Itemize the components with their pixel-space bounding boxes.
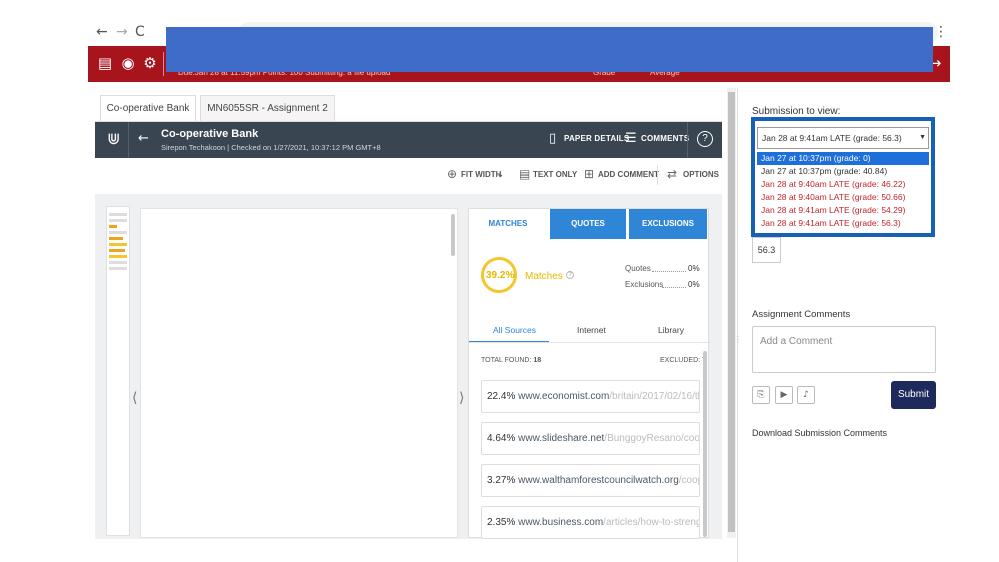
- submission-label: Submission to view:: [752, 106, 841, 117]
- excluded-label: EXCLUDED: 7: [660, 357, 706, 364]
- thumb-line: [109, 237, 123, 240]
- thumb-line: [109, 249, 125, 252]
- divider: [163, 52, 164, 76]
- submission-option[interactable]: Jan 28 at 9:41am LATE (grade: 56.3): [757, 217, 929, 230]
- turnitin-logo-icon: ⋓: [107, 129, 121, 148]
- eye-icon[interactable]: ◉: [119, 54, 137, 72]
- submission-option[interactable]: Jan 28 at 9:40am LATE (grade: 50.66): [757, 191, 929, 204]
- tab-exclusions[interactable]: EXCLUSIONS: [629, 209, 707, 239]
- add-comment-icon[interactable]: ⊞: [584, 167, 594, 181]
- quotes-label: Quotes: [625, 264, 651, 273]
- divider: [657, 165, 658, 185]
- thumb-line: [109, 213, 127, 216]
- document-title: Co-operative Bank: [161, 128, 259, 140]
- source-card[interactable]: 3.27% www.walthamforestcouncilwatch.org/…: [481, 464, 700, 497]
- help-button[interactable]: ?: [697, 131, 713, 147]
- matches-panel: MATCHES QUOTES EXCLUSIONS 39.2% Matches …: [468, 208, 710, 539]
- document-subtitle: Sirepon Techakoon | Checked on 1/27/2021…: [161, 143, 381, 152]
- source-card[interactable]: 4.64% www.slideshare.net/BunggoyResano/c…: [481, 422, 700, 455]
- comment-input[interactable]: Add a Comment: [752, 326, 936, 373]
- thumb-line: [109, 243, 127, 246]
- options-icon[interactable]: ⇄: [667, 167, 677, 181]
- submit-button[interactable]: Submit: [891, 381, 936, 409]
- sources-scrollbar[interactable]: [703, 351, 707, 537]
- document-icon[interactable]: ▤: [96, 54, 114, 72]
- divider: [687, 122, 688, 158]
- exclusions-value: 0%: [688, 280, 700, 289]
- media-icon[interactable]: ▶: [775, 386, 793, 404]
- quotes-value: 0%: [688, 264, 700, 273]
- page-scrollbar[interactable]: [451, 214, 455, 256]
- back-arrow-icon[interactable]: ←: [138, 131, 149, 146]
- add-comment-button[interactable]: ADD COMMENT: [598, 170, 659, 179]
- gear-icon[interactable]: ⚙: [141, 54, 159, 72]
- submission-dropdown-highlight: Jan 28 at 9:41am LATE (grade: 56.3) ▼ Jan…: [751, 117, 935, 237]
- thumb-line: [109, 255, 127, 258]
- paper-details-button[interactable]: PAPER DETAILS: [564, 134, 629, 143]
- divider: [737, 88, 738, 562]
- source-card[interactable]: 2.35% www.business.com/articles/how-to-s…: [481, 506, 700, 539]
- text-only-icon[interactable]: ▤: [519, 167, 530, 181]
- document-page: [140, 208, 458, 538]
- fit-width-button[interactable]: FIT WIDTH: [461, 170, 501, 179]
- redaction-block: [166, 27, 933, 72]
- attach-icon[interactable]: ⎘: [752, 386, 770, 404]
- tab-library[interactable]: Library: [658, 325, 684, 335]
- exclusions-label: Exclusions: [625, 280, 664, 289]
- grade-value: 56.3: [752, 237, 781, 263]
- download-comments-link[interactable]: Download Submission Comments: [752, 428, 887, 438]
- submission-select[interactable]: Jan 28 at 9:41am LATE (grade: 56.3) ▼: [757, 127, 929, 149]
- next-page-icon[interactable]: ⟩: [459, 390, 464, 406]
- submission-option[interactable]: Jan 28 at 9:41am LATE (grade: 54.29): [757, 204, 929, 217]
- text-only-button[interactable]: TEXT ONLY: [533, 170, 577, 179]
- page-thumbnails[interactable]: [106, 206, 130, 536]
- tab-matches[interactable]: MATCHES: [469, 209, 547, 239]
- similarity-score: 39.2%: [486, 270, 515, 281]
- thumb-line: [109, 267, 127, 270]
- tab-all-sources[interactable]: All Sources: [493, 325, 536, 335]
- submission-option[interactable]: Jan 27 at 10:37pm (grade: 0): [757, 152, 929, 165]
- forward-arrow-icon[interactable]: →: [116, 24, 128, 40]
- thumb-line: [109, 219, 127, 222]
- divider: [128, 122, 129, 158]
- paper-details-icon[interactable]: ▯: [549, 131, 556, 146]
- matches-label: Matches: [525, 271, 563, 282]
- fit-width-icon[interactable]: ⊕: [447, 167, 457, 181]
- tab-assignment-2[interactable]: MN6055SR - Assignment 2 (1): [200, 95, 335, 140]
- audio-icon[interactable]: ♪: [797, 386, 815, 404]
- divider: [652, 271, 686, 272]
- total-found-label: TOTAL FOUND: 18: [481, 357, 542, 364]
- main-scrollbar[interactable]: [727, 88, 736, 538]
- dropdown-arrow-icon: ▼: [919, 134, 926, 141]
- submission-option[interactable]: Jan 27 at 10:37pm (grade: 40.84): [757, 165, 929, 178]
- thumb-line: [109, 225, 117, 228]
- assignment-comments-label: Assignment Comments: [752, 309, 851, 320]
- submission-options: Jan 27 at 10:37pm (grade: 0) Jan 27 at 1…: [757, 152, 929, 230]
- document-header: ⋓ ← Co-operative Bank Sirepon Techakoon …: [95, 122, 722, 158]
- source-card[interactable]: 22.4% www.economist.com/britain/2017/02/…: [481, 380, 700, 413]
- comments-icon[interactable]: ☰: [625, 131, 637, 146]
- tab-internet[interactable]: Internet: [577, 325, 606, 335]
- back-arrow-icon[interactable]: ←: [96, 24, 108, 40]
- reload-icon[interactable]: C: [135, 24, 145, 40]
- browser-menu-icon[interactable]: ⋮: [934, 24, 948, 40]
- previous-page-icon[interactable]: ⟨: [132, 390, 137, 406]
- scrollbar-thumb[interactable]: [728, 92, 735, 532]
- options-button[interactable]: OPTIONS: [683, 170, 719, 179]
- chevron-down-icon[interactable]: ⌄: [497, 170, 504, 179]
- tab-co-operative-bank[interactable]: Co-operative Bank: [100, 95, 196, 122]
- info-icon[interactable]: ?: [566, 271, 574, 279]
- comments-button[interactable]: COMMENTS: [641, 134, 689, 143]
- tab-quotes[interactable]: QUOTES: [550, 209, 626, 239]
- divider: [662, 287, 686, 288]
- resize-handle-icon[interactable]: ⋮: [734, 335, 742, 344]
- thumb-line: [109, 261, 127, 264]
- divider: [469, 342, 710, 343]
- submission-option[interactable]: Jan 28 at 9:40am LATE (grade: 46.22): [757, 178, 929, 191]
- thumb-line: [109, 231, 127, 234]
